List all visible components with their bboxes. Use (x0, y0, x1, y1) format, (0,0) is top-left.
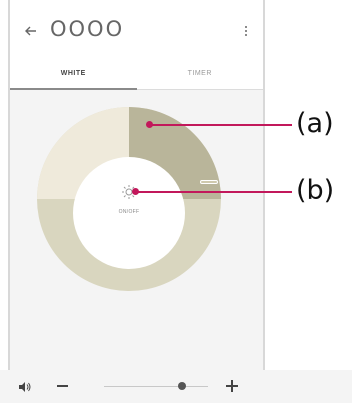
app-title: OOOO (50, 17, 125, 41)
callout-label-b: (b) (296, 175, 335, 206)
tab-timer-label: TIMER (187, 70, 212, 77)
tab-white[interactable]: WHITE (10, 62, 137, 90)
tab-bar: WHITE TIMER (10, 62, 263, 90)
volume-slider-fill (104, 386, 182, 387)
speaker-icon (19, 382, 31, 392)
more-options-icon[interactable] (241, 21, 251, 41)
volume-slider[interactable] (104, 382, 208, 390)
plus-icon-vertical (231, 380, 233, 392)
volume-up-button[interactable] (224, 378, 240, 394)
on-off-label: ON/OFF (118, 209, 140, 215)
callout-line-b (136, 191, 292, 193)
callout-dot-b (132, 188, 139, 195)
back-arrow-icon[interactable] (22, 22, 40, 40)
dial-drag-handle[interactable] (200, 180, 218, 184)
callout-line-a (150, 124, 292, 126)
tab-timer[interactable]: TIMER (137, 62, 264, 90)
volume-down-button[interactable] (54, 378, 70, 394)
tab-white-label: WHITE (60, 70, 86, 77)
app-header: OOOO (10, 0, 263, 62)
volume-slider-knob[interactable] (178, 382, 186, 390)
callout-label-a: (a) (296, 108, 334, 139)
active-tab-indicator (10, 88, 137, 90)
minus-icon (56, 385, 68, 387)
callout-dot-a (146, 121, 153, 128)
